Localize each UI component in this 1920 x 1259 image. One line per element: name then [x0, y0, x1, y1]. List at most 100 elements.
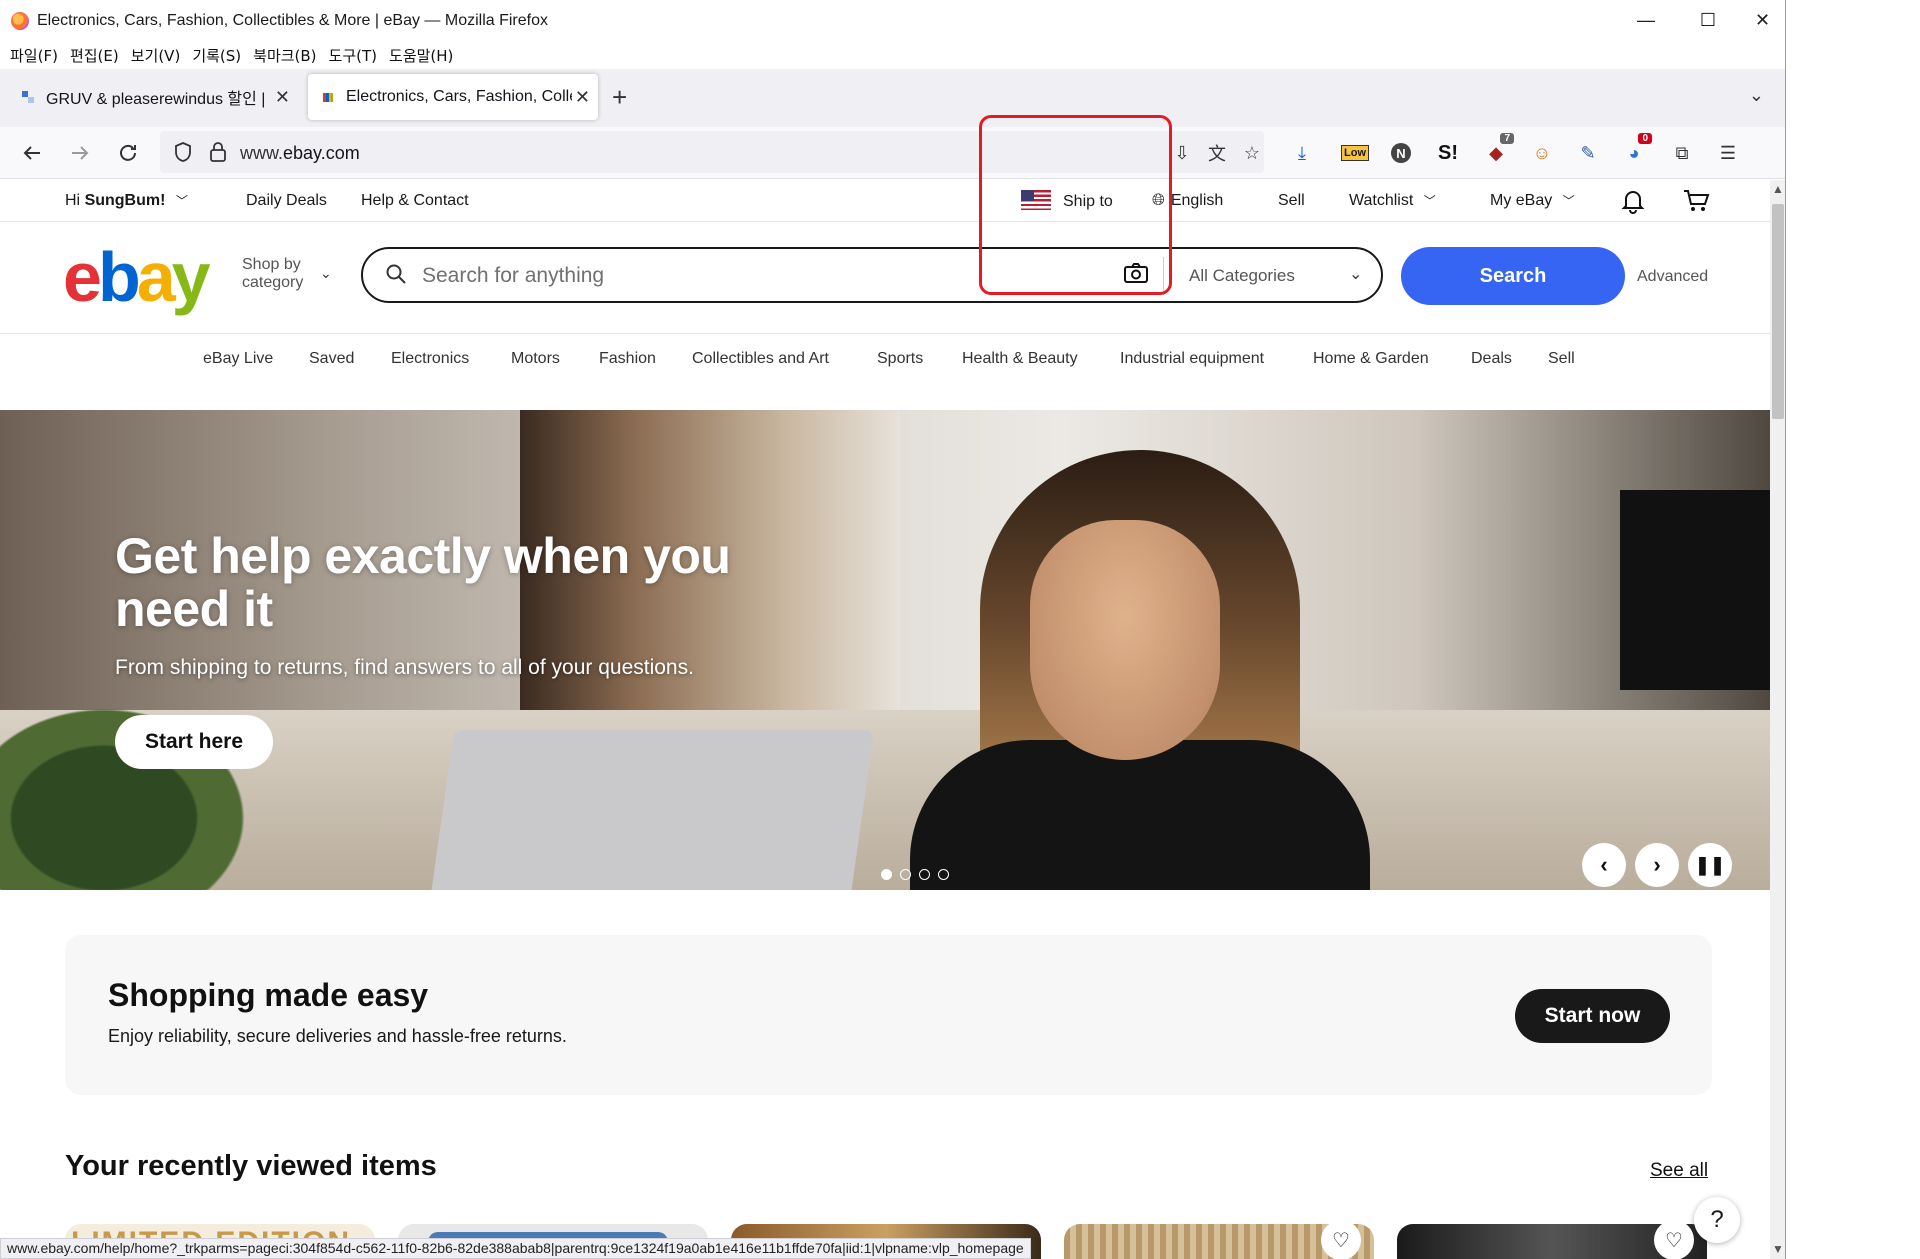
watch-heart-icon[interactable]: ♡ [1654, 1220, 1694, 1259]
low-price-extension-icon[interactable]: Low [1341, 139, 1369, 167]
shield-icon[interactable] [172, 141, 194, 163]
watch-heart-icon[interactable]: ♡ [1321, 1220, 1361, 1259]
scroll-down-icon[interactable]: ▼ [1772, 1242, 1784, 1256]
close-window-button[interactable]: ✕ [1739, 0, 1785, 41]
extension-badge: 0 [1638, 133, 1652, 144]
category-motors[interactable]: Motors [511, 350, 560, 368]
carousel-pause-button[interactable]: ❚❚ [1688, 843, 1732, 887]
menu-view[interactable]: 보기(V) [131, 45, 181, 66]
search-input[interactable]: Search for anything [422, 264, 604, 288]
scroll-up-icon[interactable]: ▲ [1772, 182, 1784, 196]
category-fashion[interactable]: Fashion [599, 350, 656, 368]
carousel-dots [881, 869, 949, 880]
back-button[interactable] [16, 137, 48, 169]
watchlist-menu[interactable]: Watchlist ﹀ [1349, 192, 1436, 210]
carousel-dot[interactable] [938, 869, 949, 880]
search-icon [386, 264, 406, 284]
help-question-button[interactable]: ? [1694, 1197, 1740, 1243]
tab-ebay[interactable]: Electronics, Cars, Fashion, Collectibles… [308, 74, 598, 120]
menu-help[interactable]: 도움말(H) [389, 45, 453, 66]
s-extension-label: S! [1438, 141, 1458, 164]
url-text[interactable]: www.ebay.com [240, 143, 360, 164]
menu-edit[interactable]: 편집(E) [70, 45, 119, 66]
sell-link[interactable]: Sell [1278, 192, 1305, 210]
download-icon[interactable]: ⤓ [1288, 139, 1316, 167]
notifications-button[interactable] [1620, 188, 1646, 219]
daily-deals-link[interactable]: Daily Deals [246, 192, 327, 210]
bookmark-star-icon[interactable]: ☆ [1238, 139, 1266, 167]
title-bar: Electronics, Cars, Fashion, Collectibles… [0, 0, 1785, 41]
navigation-toolbar: www.ebay.com ⇩ 文 ☆ ⤓ Low N S! ◆ 7 ☺ ✎ ◕ 0 ⧉ ☰ [0, 127, 1785, 179]
logo-a: a [136, 238, 176, 316]
menu-bookmarks[interactable]: 북마크(B) [253, 45, 316, 66]
reload-button[interactable] [112, 137, 144, 169]
save-to-pocket-icon[interactable]: ⇩ [1168, 139, 1196, 167]
category-electronics[interactable]: Electronics [391, 350, 469, 368]
list-all-tabs-chevron-down-icon[interactable]: ⌄ [1749, 85, 1764, 106]
tab-strip: GRUV & pleaserewindus 할인 | ✕ Electronics… [0, 69, 1785, 127]
user-greeting[interactable]: Hi SungBum! ﹀ [65, 192, 188, 210]
hero-headline: Get help exactly when you need it [115, 528, 731, 637]
forward-arrow-icon [72, 146, 89, 160]
minimize-button[interactable]: — [1615, 0, 1677, 41]
carousel-dot[interactable] [900, 869, 911, 880]
monkey-extension-icon[interactable]: ☺ [1528, 139, 1556, 167]
shopping-made-easy-card: Shopping made easy Enjoy reliability, se… [65, 935, 1712, 1095]
menu-history[interactable]: 기록(S) [192, 45, 241, 66]
red-annotation-box [979, 115, 1172, 295]
category-sell[interactable]: Sell [1548, 350, 1575, 368]
page-scrollbar[interactable]: ▲ ▼ [1770, 180, 1785, 1259]
chevron-right-icon: › [1653, 852, 1661, 877]
maximize-button[interactable]: ☐ [1677, 0, 1739, 41]
lock-icon[interactable] [208, 141, 228, 163]
carousel-next-button[interactable]: › [1635, 843, 1679, 887]
category-deals[interactable]: Deals [1471, 350, 1512, 368]
hero-person-image [850, 450, 1370, 890]
close-tab-icon[interactable]: ✕ [275, 87, 290, 108]
s-extension-icon[interactable]: S! [1434, 139, 1462, 167]
category-sports[interactable]: Sports [877, 350, 923, 368]
close-tab-icon[interactable]: ✕ [575, 87, 590, 108]
extensions-puzzle-icon[interactable]: ⧉ [1668, 139, 1696, 167]
chevron-down-icon[interactable]: ⌄ [1349, 264, 1362, 284]
language-label: English [1170, 192, 1224, 209]
category-ebay-live[interactable]: eBay Live [203, 350, 273, 368]
n-extension-icon[interactable]: N [1387, 139, 1415, 167]
carousel-prev-button[interactable]: ‹ [1582, 843, 1626, 887]
scrollbar-thumb[interactable] [1772, 204, 1784, 419]
ebay-top-nav: Hi SungBum! ﹀ Daily Deals Help & Contact… [0, 180, 1770, 222]
see-all-link[interactable]: See all [1650, 1160, 1708, 1182]
search-button[interactable]: Search [1401, 247, 1625, 305]
ebay-logo[interactable]: ebay [63, 232, 211, 322]
my-ebay-menu[interactable]: My eBay ﹀ [1490, 192, 1575, 210]
watchlist-label: Watchlist [1349, 192, 1414, 209]
droplet-extension-icon[interactable]: ◕ 0 [1620, 133, 1652, 167]
tab-gruv[interactable]: GRUV & pleaserewindus 할인 | ✕ [8, 74, 298, 120]
cart-button[interactable] [1682, 188, 1710, 219]
chevron-down-icon: ﹀ [1423, 194, 1436, 208]
carousel-dot[interactable] [881, 869, 892, 880]
advanced-search-link[interactable]: Advanced [1637, 268, 1708, 286]
ublock-icon[interactable]: ◆ 7 [1482, 133, 1514, 167]
menu-file[interactable]: 파일(F) [10, 45, 58, 66]
category-saved[interactable]: Saved [309, 350, 354, 368]
help-contact-link[interactable]: Help & Contact [361, 192, 469, 210]
forward-button[interactable] [64, 137, 96, 169]
menu-icon[interactable]: ☰ [1714, 139, 1742, 167]
shop-by-category-button[interactable]: Shop by category ⌄ [242, 256, 332, 292]
translate-icon[interactable]: 文 [1203, 139, 1231, 167]
new-tab-button[interactable]: + [612, 84, 627, 110]
pause-icon: ❚❚ [1694, 854, 1726, 875]
menu-tools[interactable]: 도구(T) [329, 45, 377, 66]
category-collectibles[interactable]: Collectibles and Art [692, 350, 829, 368]
category-home-garden[interactable]: Home & Garden [1313, 350, 1429, 368]
pencil-extension-icon[interactable]: ✎ [1574, 139, 1602, 167]
category-select[interactable]: All Categories [1189, 266, 1295, 286]
chevron-down-icon: ﹀ [175, 194, 188, 208]
start-here-button[interactable]: Start here [115, 715, 273, 769]
category-health-beauty[interactable]: Health & Beauty [962, 350, 1078, 368]
search-box[interactable]: Search for anything All Categories ⌄ [361, 247, 1383, 303]
carousel-dot[interactable] [919, 869, 930, 880]
category-industrial[interactable]: Industrial equipment [1120, 350, 1264, 368]
start-now-button[interactable]: Start now [1515, 989, 1670, 1043]
